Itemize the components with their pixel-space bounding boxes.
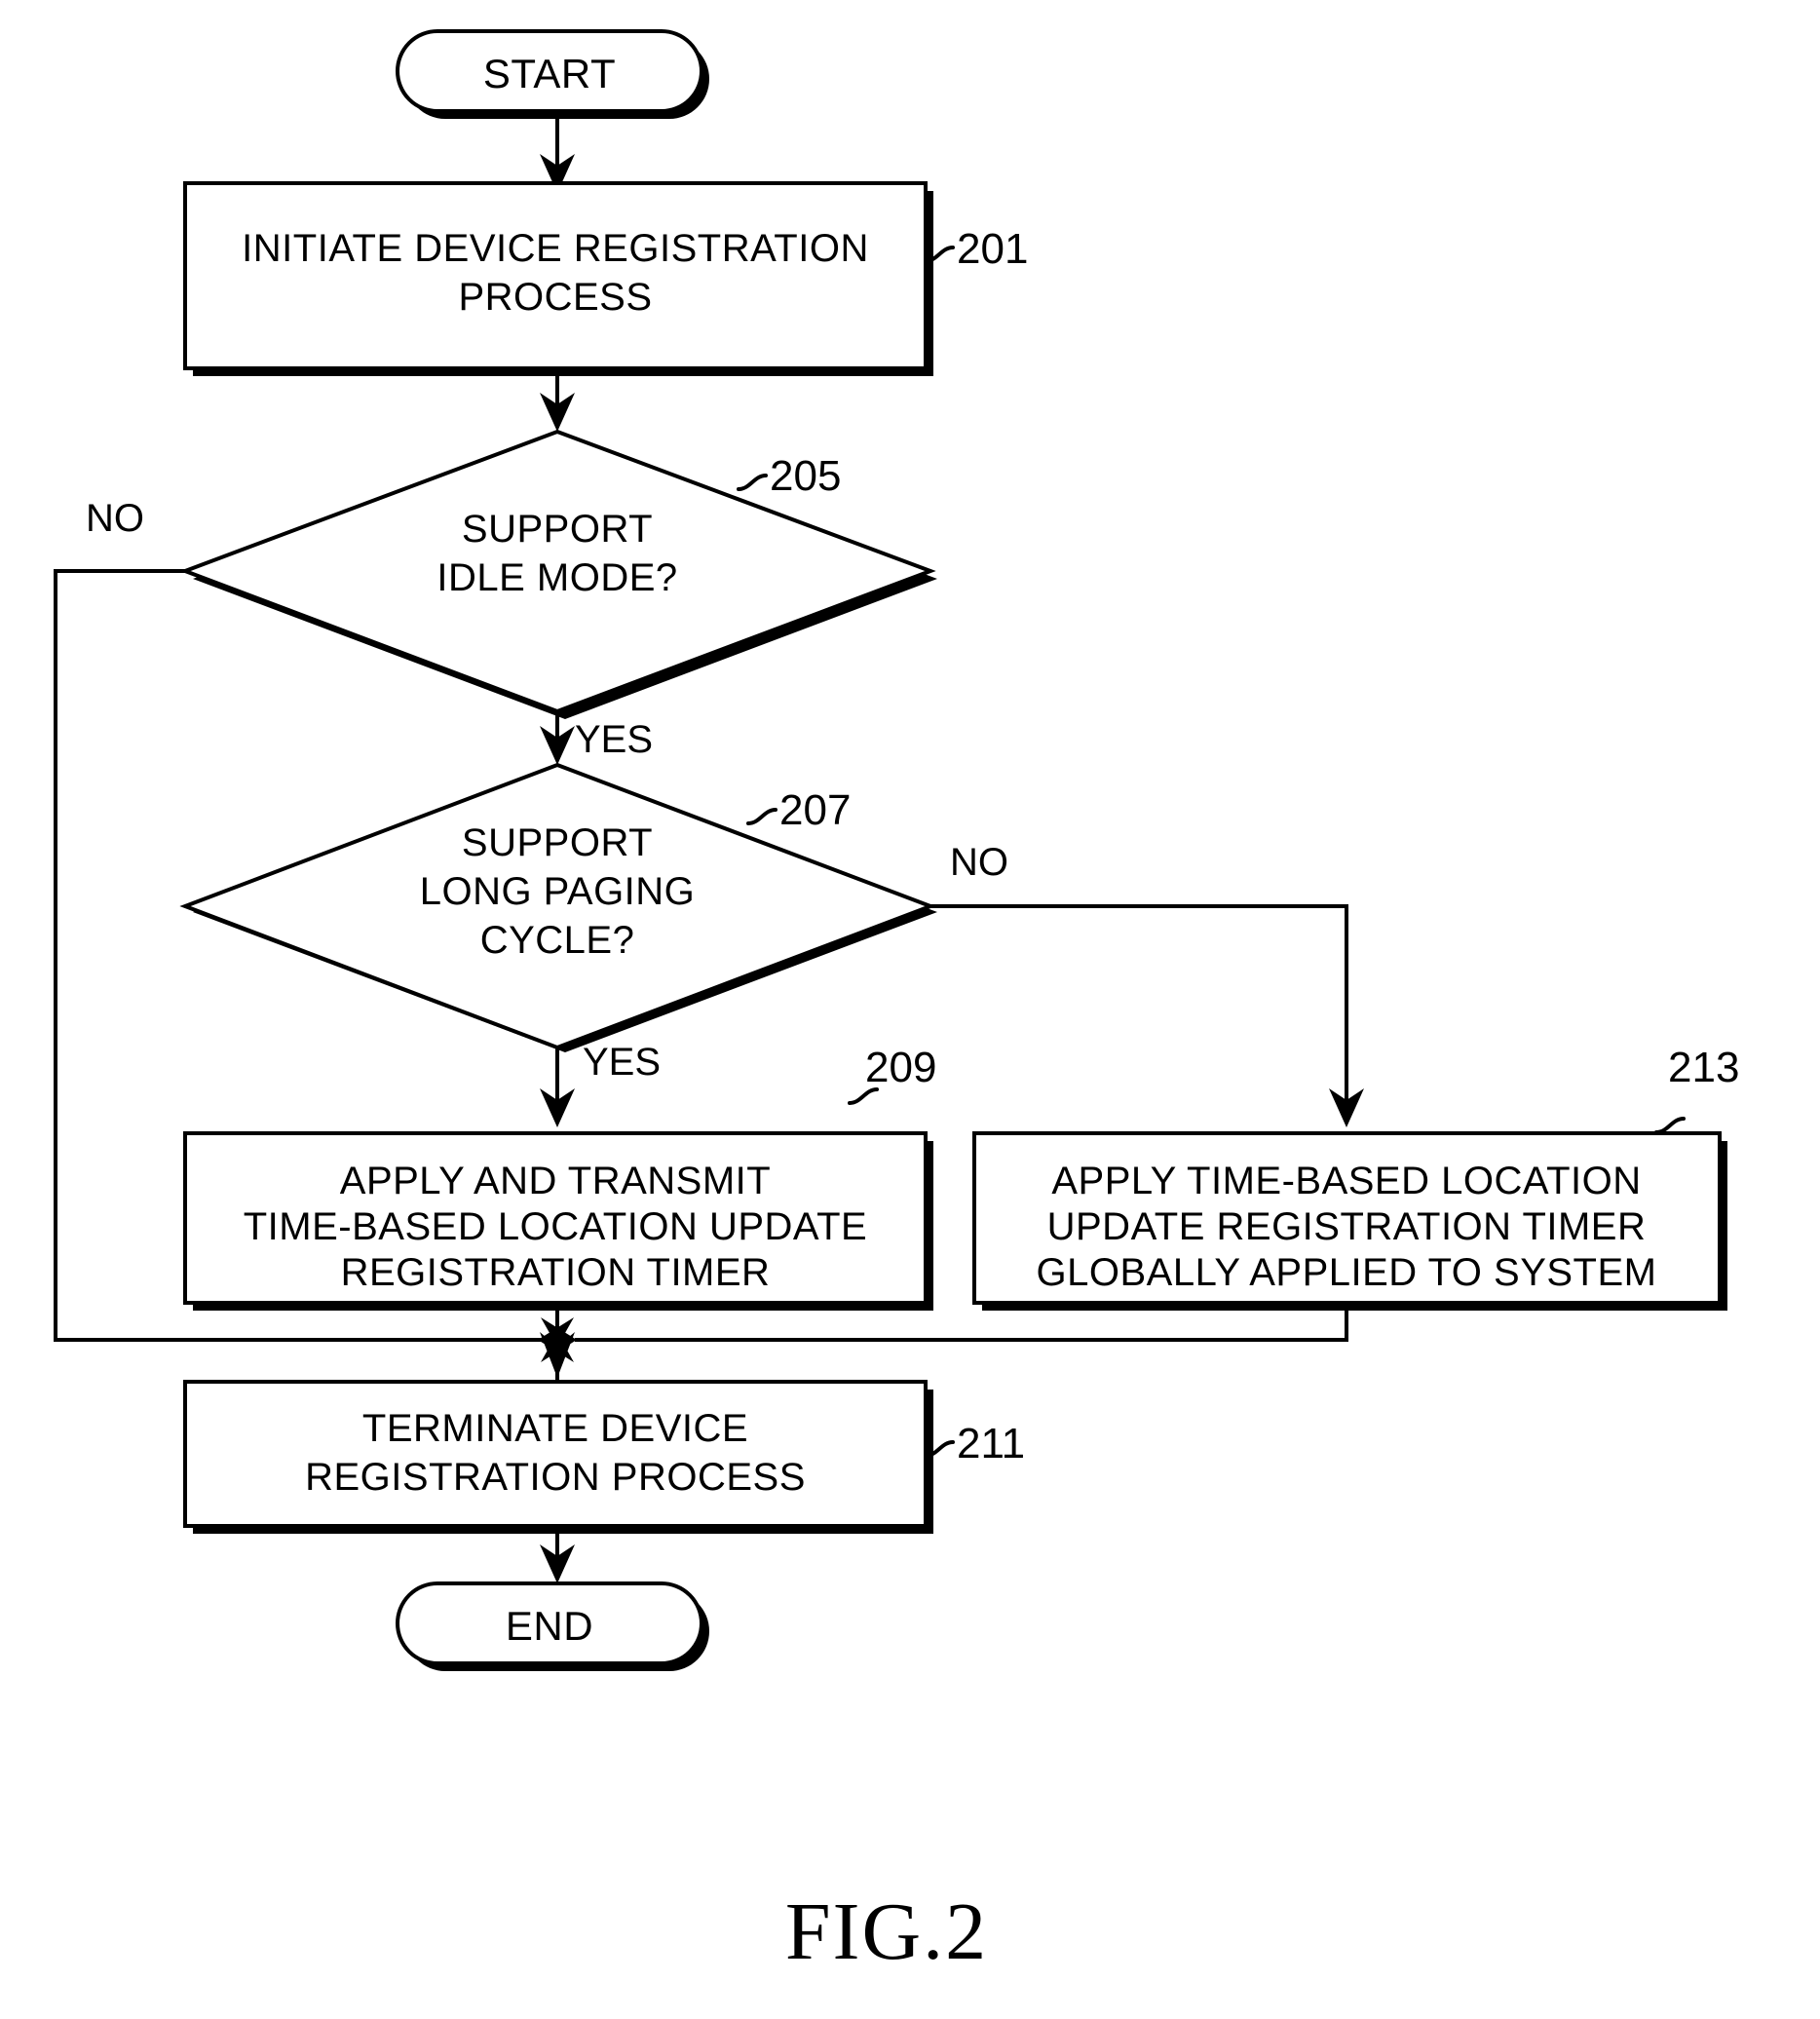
- ref-callout-205: 205: [737, 452, 841, 500]
- edge-label-idle-no: NO: [86, 497, 144, 540]
- node-start[interactable]: START: [396, 29, 709, 119]
- ref-209-leader: [848, 1087, 879, 1105]
- node-end[interactable]: END: [396, 1581, 709, 1671]
- ref-211-number: 211: [957, 1420, 1025, 1467]
- start-label: START: [483, 51, 616, 96]
- node-211-line-2: REGISTRATION PROCESS: [305, 1456, 806, 1499]
- ref-213-number: 213: [1668, 1044, 1739, 1091]
- node-211[interactable]: TERMINATE DEVICE REGISTRATION PROCESS: [183, 1380, 933, 1534]
- node-201-line-1: INITIATE DEVICE REGISTRATION: [242, 227, 869, 270]
- edge-207-no-path: [930, 904, 1348, 1111]
- ref-callout-213: 213: [1654, 1044, 1739, 1134]
- ref-209-number: 209: [865, 1044, 936, 1091]
- patent-figure: START INITIATE DEVICE REGISTRATION PROCE…: [0, 0, 1820, 2019]
- node-201-line-2: PROCESS: [458, 276, 652, 319]
- node-205-line-2: IDLE MODE?: [436, 556, 677, 599]
- node-207-line-2: LONG PAGING: [420, 870, 696, 913]
- ref-205-number: 205: [770, 452, 841, 500]
- ref-207-number: 207: [779, 786, 851, 834]
- node-213-line-3: GLOBALLY APPLIED TO SYSTEM: [1037, 1251, 1657, 1294]
- node-213-line-1: APPLY TIME-BASED LOCATION: [1051, 1160, 1641, 1202]
- ref-callout-207: 207: [746, 786, 851, 834]
- flowchart-canvas: START INITIATE DEVICE REGISTRATION PROCE…: [54, 29, 1739, 1977]
- node-213[interactable]: APPLY TIME-BASED LOCATION UPDATE REGISTR…: [972, 1131, 1727, 1311]
- edge-label-paging-yes: YES: [583, 1041, 661, 1084]
- node-209-line-3: REGISTRATION TIMER: [341, 1251, 771, 1294]
- ref-205-leader: [737, 474, 768, 491]
- ref-201-number: 201: [957, 225, 1028, 273]
- node-209-line-1: APPLY AND TRANSMIT: [340, 1160, 771, 1202]
- node-207-line-1: SUPPORT: [462, 821, 653, 864]
- edge-213-to-merge: [575, 1306, 1348, 1342]
- edge-label-idle-yes: YES: [575, 718, 653, 761]
- edge-label-paging-no: NO: [950, 841, 1008, 884]
- node-201[interactable]: INITIATE DEVICE REGISTRATION PROCESS: [183, 181, 933, 376]
- ref-callout-211: 211: [924, 1420, 1025, 1467]
- node-209[interactable]: APPLY AND TRANSMIT TIME-BASED LOCATION U…: [183, 1131, 933, 1311]
- figure-caption: FIG.2: [785, 1886, 988, 1977]
- ref-callout-209: 209: [848, 1044, 936, 1105]
- end-label: END: [506, 1603, 593, 1649]
- ref-207-leader: [746, 808, 777, 825]
- ref-213-leader: [1654, 1117, 1686, 1134]
- node-207-line-3: CYCLE?: [480, 919, 635, 962]
- ref-callout-201: 201: [924, 225, 1028, 273]
- node-211-line-1: TERMINATE DEVICE: [362, 1407, 748, 1450]
- node-213-line-2: UPDATE REGISTRATION TIMER: [1047, 1205, 1647, 1248]
- node-209-line-2: TIME-BASED LOCATION UPDATE: [244, 1205, 867, 1248]
- node-205-line-1: SUPPORT: [462, 508, 653, 551]
- node-211-box: [183, 1380, 928, 1528]
